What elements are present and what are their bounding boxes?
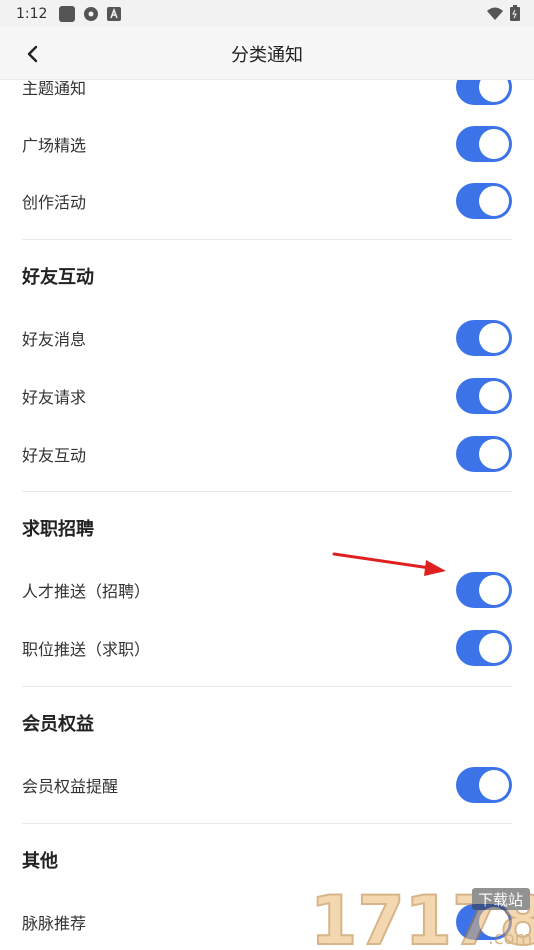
watermark-logo: 17178 下载站 .com [308, 880, 534, 950]
divider [22, 686, 512, 687]
wifi-icon [486, 6, 504, 25]
setting-label: 广场精选 [22, 136, 87, 155]
setting-row: 好友消息 [22, 309, 512, 367]
setting-label: 好友消息 [22, 330, 87, 349]
a-letter-icon [107, 6, 123, 22]
red-arrow-annotation [332, 552, 446, 576]
divider [22, 491, 512, 492]
setting-toggle[interactable] [456, 572, 512, 608]
divider [22, 239, 512, 240]
page-title: 分类通知 [231, 45, 303, 66]
setting-toggle[interactable] [456, 630, 512, 666]
setting-toggle[interactable] [456, 436, 512, 472]
setting-toggle[interactable] [456, 767, 512, 803]
setting-label: 主题通知 [22, 80, 87, 98]
section-title: 会员权益 [22, 714, 94, 735]
svg-text:.com: .com [488, 928, 532, 949]
status-time: 1:12 [16, 5, 48, 22]
battery-icon [510, 5, 520, 25]
svg-text:下载站: 下载站 [478, 891, 523, 909]
setting-label: 好友请求 [22, 388, 87, 407]
setting-row: 职位推送（求职） [22, 619, 512, 677]
section-title: 好友互动 [22, 267, 94, 288]
app-header: 分类通知 [0, 27, 534, 80]
setting-label: 人才推送（招聘） [22, 582, 151, 601]
setting-toggle[interactable] [456, 80, 512, 105]
setting-label: 好友互动 [22, 446, 87, 465]
section-title: 求职招聘 [22, 519, 94, 540]
setting-row: 广场精选 [22, 115, 512, 173]
setting-row: 创作活动 [22, 172, 512, 230]
setting-label: 创作活动 [22, 193, 87, 212]
divider [22, 823, 512, 824]
setting-row: 好友互动 [22, 425, 512, 483]
setting-row: 会员权益提醒 [22, 756, 512, 814]
status-right [486, 5, 520, 25]
setting-row: 好友请求 [22, 367, 512, 425]
settings-list[interactable]: 主题通知 广场精选 创作活动 好友互动 好友消息 好友请求 好友互动 求职招聘 … [0, 80, 534, 950]
setting-label: 会员权益提醒 [22, 777, 119, 796]
setting-label: 脉脉推荐 [22, 914, 87, 933]
setting-toggle[interactable] [456, 320, 512, 356]
setting-toggle[interactable] [456, 183, 512, 219]
setting-toggle[interactable] [456, 126, 512, 162]
status-bar: 1:12 [0, 0, 534, 27]
setting-row: 主题通知 [22, 80, 512, 116]
section-title: 其他 [22, 851, 58, 872]
setting-label: 职位推送（求职） [22, 640, 151, 659]
notification-square-icon [59, 5, 76, 22]
aperture-icon [83, 6, 99, 22]
setting-toggle[interactable] [456, 378, 512, 414]
